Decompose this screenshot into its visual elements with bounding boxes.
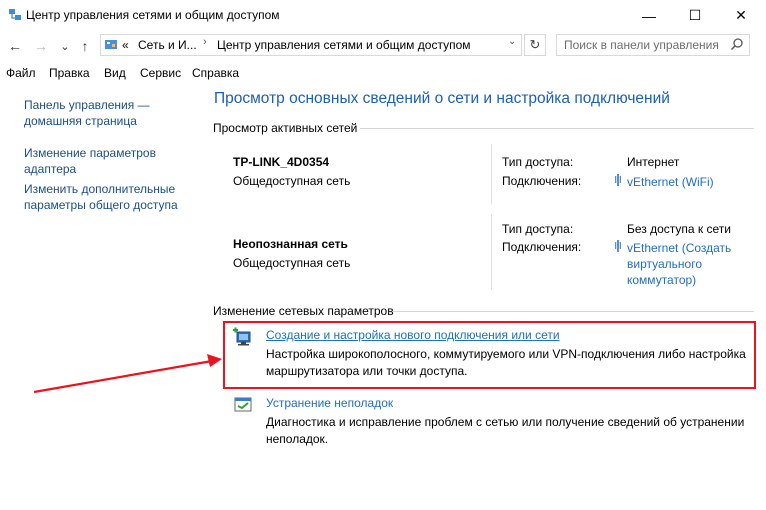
annotation-arrow-icon	[33, 354, 222, 394]
